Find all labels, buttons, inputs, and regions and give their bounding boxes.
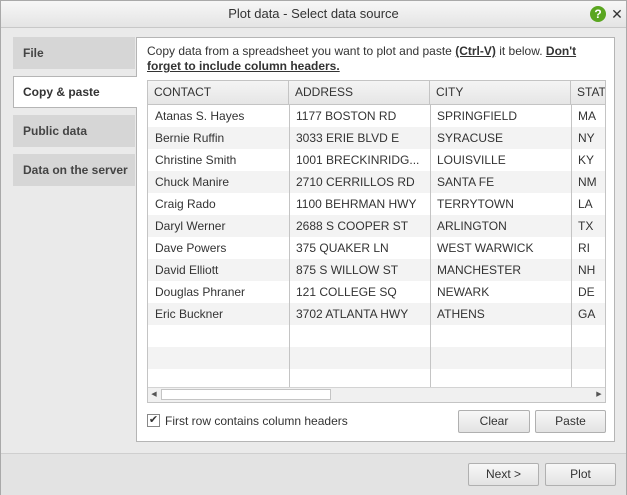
cell-address[interactable]: 2688 S COOPER ST	[289, 215, 430, 237]
table-row[interactable]: Dave Powers 375 QUAKER LN WEST WARWICK R…	[148, 237, 605, 259]
table-row[interactable]: David Elliott 875 S WILLOW ST MANCHESTER…	[148, 259, 605, 281]
column-divider	[430, 104, 431, 388]
column-header-contact[interactable]: CONTACT	[148, 81, 289, 104]
cell-contact[interactable]: Atanas S. Hayes	[148, 105, 289, 127]
cell-city[interactable]: LOUISVILLE	[430, 149, 571, 171]
cell-state[interactable]: DE	[571, 281, 605, 303]
close-icon[interactable]: ✕	[611, 1, 623, 27]
cell-contact[interactable]: Eric Buckner	[148, 303, 289, 325]
cell-contact[interactable]: Craig Rado	[148, 193, 289, 215]
cell-city[interactable]: SPRINGFIELD	[430, 105, 571, 127]
cell-address[interactable]: 375 QUAKER LN	[289, 237, 430, 259]
cell-state[interactable]: NH	[571, 259, 605, 281]
table-row[interactable]: Eric Buckner 3702 ATLANTA HWY ATHENS GA	[148, 303, 605, 325]
grid-rows: Atanas S. Hayes 1177 BOSTON RD SPRINGFIE…	[148, 105, 605, 391]
next-button[interactable]: Next >	[468, 463, 539, 486]
column-header-state[interactable]: STAT	[571, 81, 605, 104]
horizontal-scrollbar[interactable]: ◀ ▶	[148, 387, 605, 402]
cell-contact[interactable]: Bernie Ruffin	[148, 127, 289, 149]
cell-address[interactable]: 875 S WILLOW ST	[289, 259, 430, 281]
instructions-text: Copy data from a spreadsheet you want to…	[147, 44, 597, 74]
tab-data-on-server[interactable]: Data on the server	[13, 154, 135, 186]
table-row[interactable]: Chuck Manire 2710 CERRILLOS RD SANTA FE …	[148, 171, 605, 193]
clear-button[interactable]: Clear	[458, 410, 530, 433]
tab-label: Public data	[23, 124, 88, 138]
paste-shortcut: (Ctrl-V)	[455, 44, 496, 58]
cell-city[interactable]: WEST WARWICK	[430, 237, 571, 259]
table-row[interactable]: Douglas Phraner 121 COLLEGE SQ NEWARK DE	[148, 281, 605, 303]
scroll-right-icon[interactable]: ▶	[593, 388, 605, 402]
data-grid[interactable]: CONTACT ADDRESS CITY STAT Atanas S. Haye…	[147, 80, 606, 403]
table-row[interactable]: Daryl Werner 2688 S COOPER ST ARLINGTON …	[148, 215, 605, 237]
plot-button[interactable]: Plot	[545, 463, 616, 486]
cell-address[interactable]: 121 COLLEGE SQ	[289, 281, 430, 303]
paste-button[interactable]: Paste	[535, 410, 606, 433]
dialog-title: Plot data - Select data source	[228, 6, 399, 21]
scroll-left-icon[interactable]: ◀	[148, 388, 160, 402]
cell-city[interactable]: ATHENS	[430, 303, 571, 325]
cell-address[interactable]: 2710 CERRILLOS RD	[289, 171, 430, 193]
tab-label: Copy & paste	[23, 85, 100, 99]
table-row[interactable]: Craig Rado 1100 BEHRMAN HWY TERRYTOWN LA	[148, 193, 605, 215]
copy-paste-panel: Copy data from a spreadsheet you want to…	[136, 37, 615, 442]
table-row[interactable]: Christine Smith 1001 BRECKINRIDG... LOUI…	[148, 149, 605, 171]
cell-city[interactable]: SANTA FE	[430, 171, 571, 193]
cell-city[interactable]: SYRACUSE	[430, 127, 571, 149]
cell-city[interactable]: MANCHESTER	[430, 259, 571, 281]
title-bar: Plot data - Select data source	[1, 1, 626, 28]
cell-state[interactable]: RI	[571, 237, 605, 259]
column-header-city[interactable]: CITY	[430, 81, 571, 104]
cell-contact[interactable]: Daryl Werner	[148, 215, 289, 237]
grid-header: CONTACT ADDRESS CITY STAT	[148, 81, 605, 105]
cell-state[interactable]: GA	[571, 303, 605, 325]
cell-contact[interactable]: Dave Powers	[148, 237, 289, 259]
cell-contact[interactable]: Christine Smith	[148, 149, 289, 171]
cell-city[interactable]: ARLINGTON	[430, 215, 571, 237]
plot-data-dialog: Plot data - Select data source ? ✕ File …	[0, 0, 627, 495]
empty-row[interactable]	[148, 347, 605, 369]
cell-state[interactable]: NM	[571, 171, 605, 193]
cell-address[interactable]: 3702 ATLANTA HWY	[289, 303, 430, 325]
cell-state[interactable]: LA	[571, 193, 605, 215]
tab-label: Data on the server	[23, 163, 128, 177]
cell-city[interactable]: NEWARK	[430, 281, 571, 303]
column-divider	[289, 104, 290, 388]
first-row-headers-label[interactable]: First row contains column headers	[165, 413, 348, 429]
scrollbar-thumb[interactable]	[161, 389, 331, 400]
cell-contact[interactable]: Douglas Phraner	[148, 281, 289, 303]
cell-state[interactable]: KY	[571, 149, 605, 171]
instructions-start: Copy data from a spreadsheet you want to…	[147, 44, 456, 58]
table-row[interactable]: Bernie Ruffin 3033 ERIE BLVD E SYRACUSE …	[148, 127, 605, 149]
tab-copy-paste[interactable]: Copy & paste	[13, 76, 137, 108]
cell-contact[interactable]: David Elliott	[148, 259, 289, 281]
cell-state[interactable]: TX	[571, 215, 605, 237]
column-divider	[571, 104, 572, 388]
tab-label: File	[23, 46, 44, 60]
empty-row[interactable]	[148, 325, 605, 347]
cell-address[interactable]: 1177 BOSTON RD	[289, 105, 430, 127]
tab-public-data[interactable]: Public data	[13, 115, 135, 147]
cell-contact[interactable]: Chuck Manire	[148, 171, 289, 193]
cell-state[interactable]: MA	[571, 105, 605, 127]
table-row[interactable]: Atanas S. Hayes 1177 BOSTON RD SPRINGFIE…	[148, 105, 605, 127]
cell-city[interactable]: TERRYTOWN	[430, 193, 571, 215]
cell-state[interactable]: NY	[571, 127, 605, 149]
instructions-mid: it below.	[495, 44, 546, 58]
cell-address[interactable]: 1100 BEHRMAN HWY	[289, 193, 430, 215]
cell-address[interactable]: 1001 BRECKINRIDG...	[289, 149, 430, 171]
cell-address[interactable]: 3033 ERIE BLVD E	[289, 127, 430, 149]
column-header-address[interactable]: ADDRESS	[289, 81, 430, 104]
help-icon[interactable]: ?	[590, 6, 606, 22]
dialog-footer: Next > Plot	[1, 453, 626, 495]
tab-file[interactable]: File	[13, 37, 135, 69]
first-row-headers-checkbox[interactable]: ✔	[147, 414, 160, 427]
